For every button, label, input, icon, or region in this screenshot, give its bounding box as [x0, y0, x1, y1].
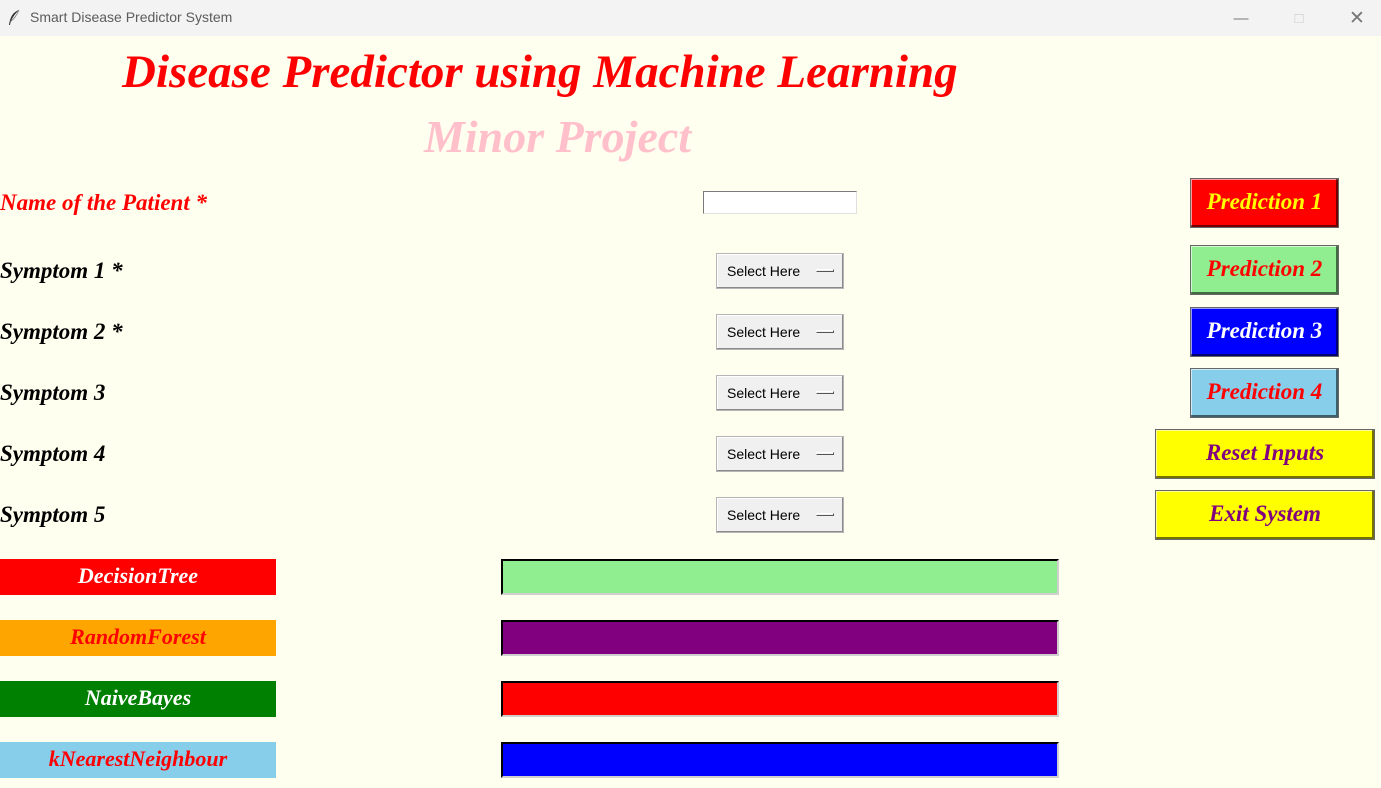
reset-inputs-button[interactable]: Reset Inputs	[1155, 429, 1375, 479]
symptom-3-select[interactable]: Select Here	[716, 375, 844, 411]
close-button[interactable]: ✕	[1334, 0, 1380, 36]
dropdown-indicator-icon	[816, 391, 834, 394]
window-titlebar: Smart Disease Predictor System — □ ✕	[0, 0, 1381, 36]
symptom-5-selected: Select Here	[727, 507, 801, 523]
symptom-1-select[interactable]: Select Here	[716, 253, 844, 289]
symptom-3-label: Symptom 3	[0, 380, 106, 405]
symptom-5-select[interactable]: Select Here	[716, 497, 844, 533]
symptom-2-label: Symptom 2 *	[0, 319, 123, 344]
prediction-3-button[interactable]: Prediction 3	[1190, 307, 1339, 357]
symptom-4-label: Symptom 4	[0, 441, 106, 466]
maximize-button[interactable]: □	[1276, 0, 1322, 36]
symptom-4-select[interactable]: Select Here	[716, 436, 844, 472]
symptom-1-selected: Select Here	[727, 263, 801, 279]
result-field-decisiontree	[501, 559, 1059, 595]
patient-name-label: Name of the Patient *	[0, 190, 207, 215]
exit-system-button[interactable]: Exit System	[1155, 490, 1375, 540]
page-subtitle: Minor Project	[424, 111, 692, 162]
algo-label-decisiontree: DecisionTree	[0, 559, 276, 595]
symptom-5-label: Symptom 5	[0, 502, 106, 527]
prediction-2-button[interactable]: Prediction 2	[1190, 245, 1339, 295]
feather-icon	[9, 9, 20, 25]
window-title: Smart Disease Predictor System	[30, 9, 233, 25]
algo-label-knn: kNearestNeighbour	[0, 742, 276, 778]
symptom-2-select[interactable]: Select Here	[716, 314, 844, 350]
algo-label-randomforest: RandomForest	[0, 620, 276, 656]
symptom-2-selected: Select Here	[727, 324, 801, 340]
dropdown-indicator-icon	[816, 452, 834, 455]
result-field-randomforest	[501, 620, 1059, 656]
symptom-3-selected: Select Here	[727, 385, 801, 401]
patient-name-input[interactable]	[703, 191, 857, 214]
algo-label-naivebayes: NaiveBayes	[0, 681, 276, 717]
symptom-4-selected: Select Here	[727, 446, 801, 462]
symptom-1-label: Symptom 1 *	[0, 258, 123, 283]
result-field-knn	[501, 742, 1059, 778]
dropdown-indicator-icon	[816, 513, 834, 516]
prediction-4-button[interactable]: Prediction 4	[1190, 368, 1339, 418]
minimize-button[interactable]: —	[1218, 0, 1264, 36]
prediction-1-button[interactable]: Prediction 1	[1190, 178, 1339, 228]
dropdown-indicator-icon	[816, 269, 834, 272]
result-field-naivebayes	[501, 681, 1059, 717]
dropdown-indicator-icon	[816, 330, 834, 333]
page-title: Disease Predictor using Machine Learning	[122, 46, 958, 98]
